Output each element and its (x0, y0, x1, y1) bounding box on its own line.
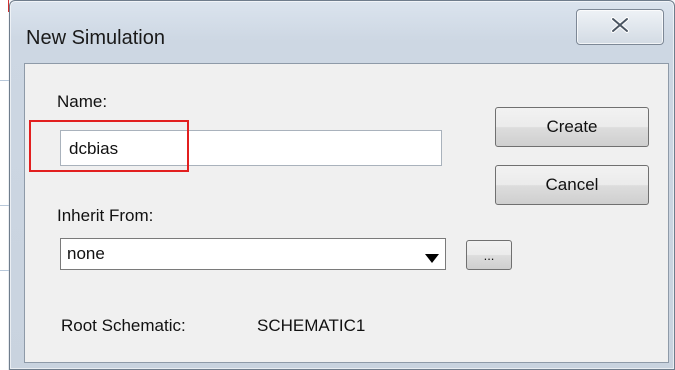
root-schematic-label: Root Schematic: (61, 316, 186, 335)
inherit-from-label: Inherit From: (57, 206, 154, 225)
close-icon (609, 16, 631, 39)
inherit-from-select[interactable]: none (60, 238, 446, 270)
cancel-button[interactable]: Cancel (495, 165, 649, 205)
dialog-title: New Simulation (26, 27, 165, 49)
inherit-from-value: none (67, 244, 105, 263)
dialog-body: Name: dcbias Inherit From: none ... Root… (24, 63, 669, 363)
name-input[interactable]: dcbias (60, 130, 442, 166)
close-button[interactable] (576, 9, 664, 45)
name-label: Name: (57, 92, 108, 111)
browse-button[interactable]: ... (466, 240, 512, 270)
create-button[interactable]: Create (495, 107, 649, 147)
chevron-down-icon (425, 249, 439, 269)
new-simulation-dialog: New Simulation Name: dcbias Inherit From… (9, 0, 675, 370)
root-schematic-value: SCHEMATIC1 (257, 316, 366, 335)
